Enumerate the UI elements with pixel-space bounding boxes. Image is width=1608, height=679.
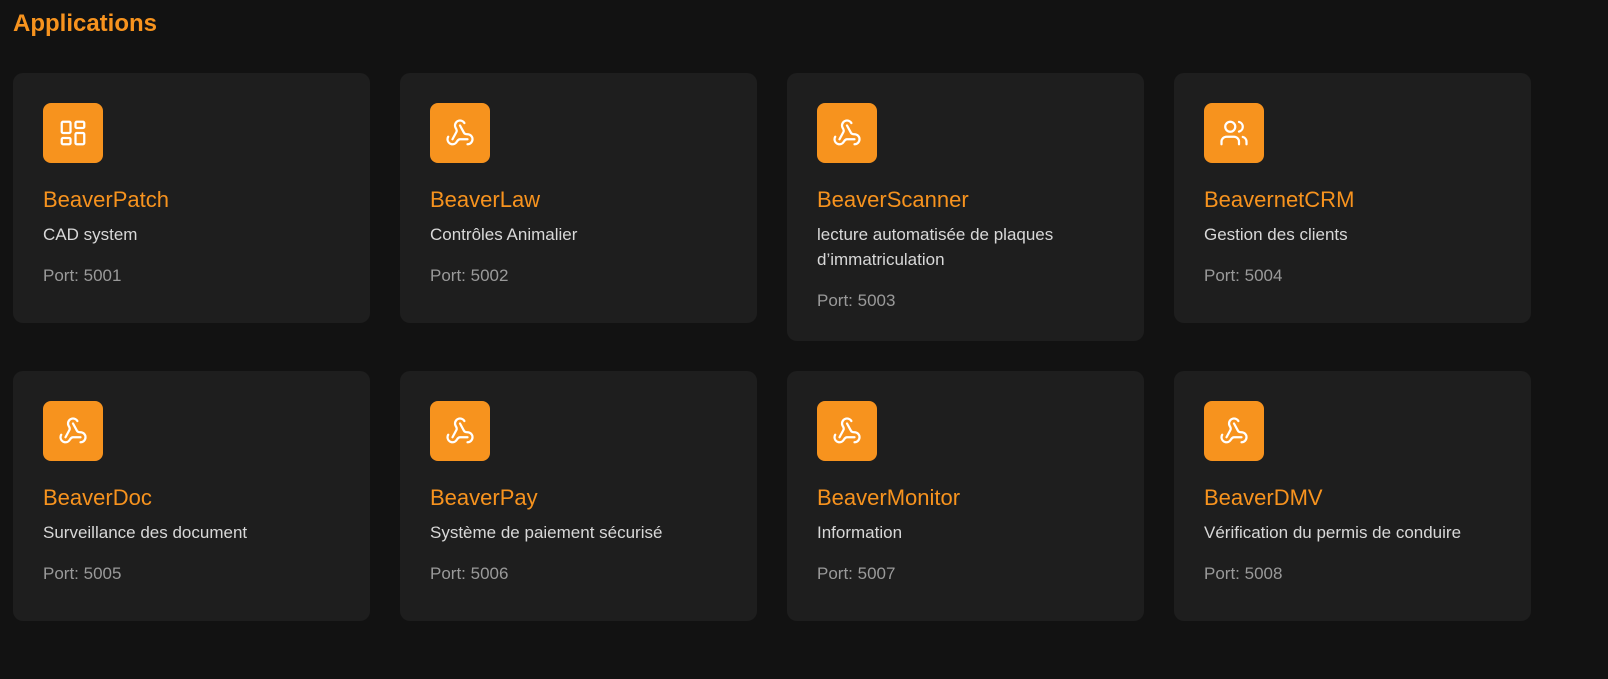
- app-name: BeaverLaw: [430, 187, 541, 212]
- app-name: BeaverMonitor: [817, 485, 961, 510]
- app-name: BeaverScanner: [817, 187, 969, 212]
- app-description: Gestion des clients: [1204, 225, 1348, 244]
- app-port: Port: 5002: [430, 266, 509, 285]
- users-icon: [1204, 103, 1264, 163]
- app-description: Système de paiement sécurisé: [430, 523, 663, 542]
- webhook-icon: [817, 401, 877, 461]
- app-name: BeaverPay: [430, 485, 538, 510]
- webhook-icon: [1204, 401, 1264, 461]
- app-port: Port: 5008: [1204, 564, 1283, 583]
- app-description: Contrôles Animalier: [430, 225, 578, 244]
- webhook-icon: [43, 401, 103, 461]
- app-port: Port: 5003: [817, 291, 896, 310]
- app-port: Port: 5007: [817, 564, 896, 583]
- applications-grid: BeaverPatch CAD system Port: 5001 Beaver…: [13, 73, 1533, 621]
- app-card-beavermonitor[interactable]: BeaverMonitor Information Port: 5007: [787, 371, 1144, 621]
- app-card-beavernetcrm[interactable]: BeavernetCRM Gestion des clients Port: 5…: [1174, 73, 1531, 323]
- webhook-icon: [430, 401, 490, 461]
- app-name: BeaverPatch: [43, 187, 169, 212]
- app-port: Port: 5005: [43, 564, 122, 583]
- app-description: Surveillance des document: [43, 523, 248, 542]
- webhook-icon: [430, 103, 490, 163]
- app-port: Port: 5004: [1204, 266, 1283, 285]
- app-card-beaverlaw[interactable]: BeaverLaw Contrôles Animalier Port: 5002: [400, 73, 757, 323]
- app-port: Port: 5001: [43, 266, 122, 285]
- app-card-beaverdmv[interactable]: BeaverDMV Vérification du permis de cond…: [1174, 371, 1531, 621]
- app-description: Vérification du permis de conduire: [1204, 523, 1462, 542]
- app-card-beaverdoc[interactable]: BeaverDoc Surveillance des document Port…: [13, 371, 370, 621]
- app-name: BeavernetCRM: [1204, 187, 1355, 212]
- app-description: Information: [817, 523, 903, 542]
- grid-icon: [43, 103, 103, 163]
- app-description: lecture automatisée de plaques d’immatri…: [817, 225, 1054, 269]
- app-card-beaverscanner[interactable]: BeaverScanner lecture automatisée de pla…: [787, 73, 1144, 341]
- app-name: BeaverDoc: [43, 485, 152, 510]
- app-description: CAD system: [43, 225, 138, 244]
- app-card-beaverpatch[interactable]: BeaverPatch CAD system Port: 5001: [13, 73, 370, 323]
- webhook-icon: [817, 103, 877, 163]
- app-port: Port: 5006: [430, 564, 509, 583]
- page-title: Applications: [13, 10, 158, 37]
- app-name: BeaverDMV: [1204, 485, 1323, 510]
- applications-page: Applications BeaverPatch CAD system Port…: [0, 0, 1608, 679]
- app-card-beaverpay[interactable]: BeaverPay Système de paiement sécurisé P…: [400, 371, 757, 621]
